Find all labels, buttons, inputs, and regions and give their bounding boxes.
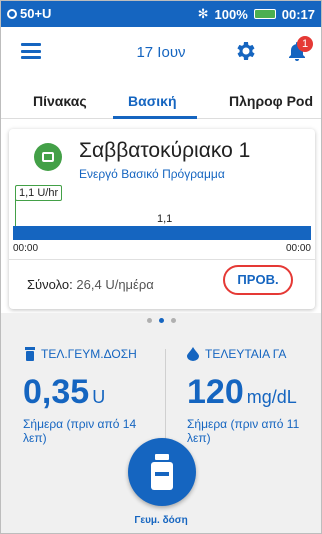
stats-divider [165, 349, 166, 445]
pod-status-icon [7, 8, 17, 19]
device-frame: 50+U ✻ 100% 00:17 17 Ιουν 1 Πίνακας Βασι… [0, 0, 322, 534]
last-bolus-unit: U [92, 387, 106, 407]
card-divider [9, 259, 315, 260]
segment-rate-label: 1,1 [157, 213, 173, 225]
insulin-vial-icon [25, 347, 35, 361]
current-time-marker [15, 199, 16, 227]
bolus-button[interactable] [128, 438, 196, 506]
battery-percent: 100% [214, 6, 248, 22]
last-bolus-title: ΤΕΛ.ΓΕΥΜ.ΔΟΣΗ [41, 347, 137, 361]
basal-program-card: Σαββατοκύριακο 1 Ενεργό Βασικό Πρόγραμμα… [9, 129, 315, 309]
status-left: 50+U [7, 6, 51, 21]
daily-total: Σύνολο: 26,4 U/ημέρα [27, 277, 154, 292]
basal-rate-bar [13, 226, 311, 240]
last-bg-unit: mg/dL [246, 387, 297, 407]
tab-bar: Πίνακας Βασική Πληροφ Pod [1, 87, 321, 119]
tab-basal[interactable]: Βασική [128, 93, 177, 109]
blood-drop-icon [187, 347, 199, 361]
preview-button[interactable]: ΠΡΟΒ. [223, 265, 293, 295]
status-bar: 50+U ✻ 100% 00:17 [1, 1, 321, 27]
app-bar: 17 Ιουν 1 [1, 27, 321, 77]
clock: 00:17 [281, 6, 315, 22]
program-status: Ενεργό Βασικό Πρόγραμμα [79, 167, 225, 181]
last-bg-value: 120 [187, 373, 244, 411]
timeline-start: 00:00 [13, 243, 39, 254]
timeline-end: 00:00 [285, 243, 311, 254]
page-dot-1 [147, 318, 152, 323]
page-dot-2-active [159, 318, 164, 323]
battery-icon [253, 9, 276, 19]
header-date: 17 Ιουν [136, 44, 186, 61]
last-bg-header: ΤΕΛΕΥΤΑΙΑ ΓΑ [187, 347, 286, 361]
last-bg-amount: 120 mg/dL [187, 373, 297, 412]
last-bolus-value: 0,35 [23, 373, 90, 411]
last-bolus-header: ΤΕΛ.ΓΕΥΜ.ΔΟΣΗ [25, 347, 137, 361]
program-name: Σαββατοκύριακο 1 [79, 139, 251, 162]
total-label: Σύνολο: [27, 277, 73, 292]
bolus-button-label[interactable]: Γευμ. δόση [1, 515, 321, 526]
current-rate-flag: 1,1 U/hr [15, 185, 63, 201]
page-dot-3 [171, 318, 176, 323]
status-right: ✻ 100% 00:17 [198, 6, 315, 22]
tab-dashboard[interactable]: Πίνακας [33, 93, 87, 109]
total-value: 26,4 U/ημέρα [76, 277, 154, 292]
last-bg-note: Σήμερα (πριν από 11 λεπ) [187, 417, 300, 445]
last-bg-title: ΤΕΛΕΥΤΑΙΑ ΓΑ [205, 347, 287, 361]
insulin-on-board-text: 50+U [20, 6, 52, 21]
tab-pod-info[interactable]: Πληροφ Pod [229, 93, 313, 109]
summary-panel: ΤΕΛ.ΓΕΥΜ.ΔΟΣΗ ΤΕΛΕΥΤΑΙΑ ΓΑ 0,35 U 120 mg/d… [1, 327, 321, 533]
last-bolus-note: Σήμερα (πριν από 14 λεπ) [23, 417, 137, 445]
gear-icon[interactable] [233, 39, 257, 63]
insulin-vial-icon [151, 454, 173, 490]
page-indicator [1, 313, 321, 327]
last-bolus-amount: 0,35 U [23, 373, 105, 412]
active-tab-indicator [113, 116, 197, 119]
basal-program-icon [34, 143, 62, 171]
bluetooth-icon: ✻ [197, 6, 209, 21]
notification-badge: 1 [297, 36, 313, 52]
